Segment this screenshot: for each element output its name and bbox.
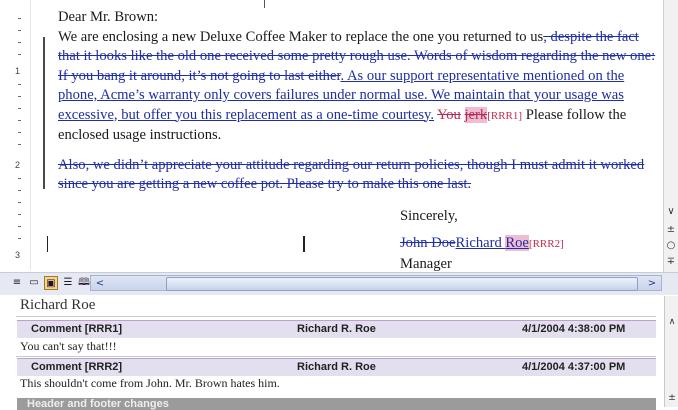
text: We are enclosing a new Deluxe Coffee Mak… bbox=[58, 28, 544, 45]
next-object-button[interactable]: ∓ bbox=[665, 256, 677, 268]
scroll-right-button[interactable]: > bbox=[645, 278, 659, 290]
deleted-signature: John Doe bbox=[400, 235, 456, 251]
section-header[interactable]: Header and footer changes bbox=[17, 398, 656, 410]
deleted-text: You bbox=[437, 106, 461, 123]
comment-header[interactable]: Comment [RRR1] Richard R. Roe 4/1/2004 4… bbox=[17, 320, 656, 338]
comment-label: Comment [RRR1] bbox=[31, 323, 123, 335]
text-cursor bbox=[47, 236, 48, 252]
select-browse-object-button[interactable]: ○ bbox=[665, 240, 677, 252]
scroll-up-button[interactable]: ∧ bbox=[666, 316, 678, 328]
comment-header[interactable]: Comment [RRR2] Richard R. Roe 4/1/2004 4… bbox=[17, 358, 656, 376]
scroll-down-button[interactable]: ± bbox=[666, 392, 678, 404]
comment-marker-rrr2[interactable]: [RRR2] bbox=[529, 238, 564, 250]
document-body[interactable]: Dear Mr. Brown: We are enclosing a new D… bbox=[58, 8, 658, 274]
text-cursor bbox=[303, 236, 305, 252]
paragraph-2-deleted: Also, we didn’t appreciate your attitude… bbox=[58, 156, 645, 193]
scroll-down-button[interactable]: ∨ bbox=[665, 206, 677, 218]
comment-marker-rrr1[interactable]: [RRR1] bbox=[487, 110, 522, 122]
vertical-scrollbar[interactable]: ∨ ± ○ ∓ bbox=[663, 0, 678, 272]
commented-signature[interactable]: Roe bbox=[505, 235, 529, 251]
scroll-left-button[interactable]: < bbox=[93, 278, 107, 290]
comment-text[interactable]: This shouldn't come from John. Mr. Brown… bbox=[20, 376, 280, 391]
ruler-number: 1 bbox=[15, 66, 21, 76]
closing: Sincerely, bbox=[400, 207, 458, 224]
section-header-label: Header and footer changes bbox=[27, 398, 169, 410]
signature-line: John DoeRichard Roe[RRR2] bbox=[58, 234, 658, 255]
inserted-signature: Richard bbox=[455, 235, 506, 251]
paragraph-1: We are enclosing a new Deluxe Coffee Mak… bbox=[58, 28, 658, 146]
outline-view-button[interactable]: ☰ bbox=[61, 276, 75, 290]
previous-object-button[interactable]: ± bbox=[665, 224, 677, 236]
comment-author: Richard R. Roe bbox=[297, 361, 376, 373]
normal-view-button[interactable]: ≡ bbox=[10, 276, 24, 290]
salutation: Dear Mr. Brown: bbox=[58, 9, 159, 25]
print-layout-view-button[interactable]: ▣ bbox=[44, 276, 58, 290]
comment-timestamp: 4/1/2004 4:37:00 PM bbox=[522, 361, 626, 373]
scroll-thumb[interactable] bbox=[166, 277, 638, 291]
reviewer-name: Richard Roe bbox=[20, 297, 96, 313]
window-edge bbox=[0, 0, 265, 8]
comment-author: Richard R. Roe bbox=[297, 323, 376, 335]
reading-layout-view-button[interactable]: 🕮 bbox=[77, 276, 91, 290]
ruler-number: 2 bbox=[15, 160, 21, 170]
horizontal-scrollbar[interactable]: < > bbox=[90, 275, 662, 291]
ruler-number: 3 bbox=[15, 250, 21, 260]
comment-text[interactable]: You can't say that!!! bbox=[20, 339, 117, 354]
vertical-ruler[interactable]: 1 2 3 bbox=[0, 0, 31, 270]
divider bbox=[16, 356, 656, 357]
pane-scrollbar[interactable]: ∧ ± bbox=[664, 296, 678, 407]
web-layout-view-button[interactable]: ▭ bbox=[27, 276, 41, 290]
commented-deleted-text[interactable]: jerk bbox=[464, 106, 488, 123]
divider bbox=[16, 316, 656, 317]
change-bar bbox=[43, 37, 45, 189]
comment-timestamp: 4/1/2004 4:38:00 PM bbox=[522, 323, 626, 335]
comment-label: Comment [RRR2] bbox=[31, 361, 123, 373]
